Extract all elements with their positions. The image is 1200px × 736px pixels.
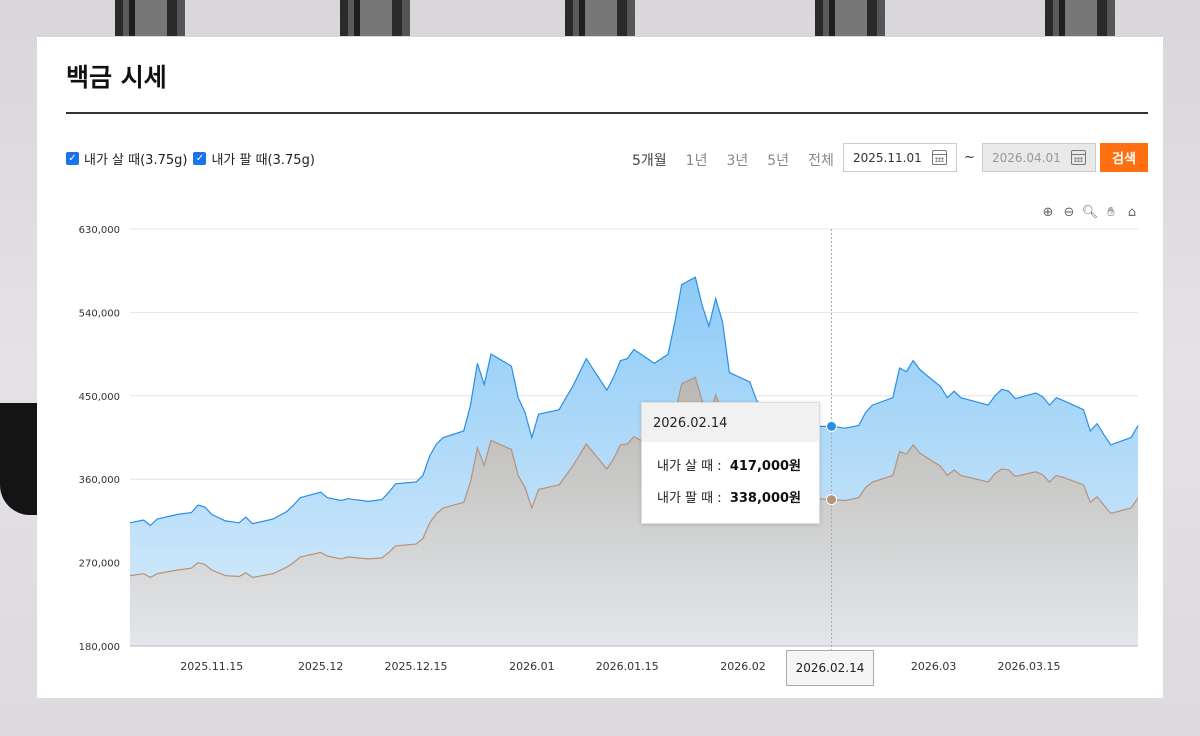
y-axis: 630,000 540,000 450,000 360,000 270,000 180,0… xyxy=(79,225,120,653)
backdrop-object xyxy=(0,403,38,515)
binding-ring xyxy=(815,0,885,36)
x-axis: 2025.11.15 2025.12 2025.12.15 2026.01 2026.0… xyxy=(130,645,1138,673)
x-tick-label: 2026.03 xyxy=(911,660,957,673)
sell-marker xyxy=(826,494,838,506)
y-tick-label: 630,000 xyxy=(79,225,120,236)
tooltip-row-sell: 내가 팔 때 : 338,000원 xyxy=(642,487,819,506)
y-tick-label: 270,000 xyxy=(79,559,120,570)
binding-ring xyxy=(115,0,185,36)
x-tick-label: 2025.12.15 xyxy=(385,660,448,673)
binding-ring xyxy=(1045,0,1115,36)
chart-tooltip: 2026.02.14 내가 살 때 : 417,000원 내가 팔 때 : 33… xyxy=(641,402,820,524)
tooltip-label-buy: 내가 살 때 : xyxy=(657,459,722,474)
tooltip-label-sell: 내가 팔 때 : xyxy=(657,491,722,506)
tooltip-value-sell: 338,000원 xyxy=(729,491,801,506)
tooltip-row-buy: 내가 살 때 : 417,000원 xyxy=(642,455,819,474)
y-tick-label: 360,000 xyxy=(79,475,120,486)
y-tick-label: 540,000 xyxy=(79,308,120,319)
price-chart: 630,000 540,000 450,000 360,000 270,000 180,0… xyxy=(79,225,1139,673)
x-tick-label: 2026.02 xyxy=(720,660,766,673)
x-tick-label: 2025.12 xyxy=(298,660,344,673)
series-layer xyxy=(129,276,1139,646)
y-tick-label: 450,000 xyxy=(79,392,120,403)
x-tick-label: 2026.01 xyxy=(509,660,555,673)
binding-ring xyxy=(340,0,410,36)
y-tick-label: 180,000 xyxy=(79,642,120,653)
tooltip-date: 2026.02.14 xyxy=(642,403,819,442)
crosshair-date-label: 2026.02.14 xyxy=(786,650,874,686)
tooltip-value-buy: 417,000원 xyxy=(729,459,801,474)
x-tick-label: 2026.03.15 xyxy=(998,660,1061,673)
binding-ring xyxy=(565,0,635,36)
x-tick-label: 2026.01.15 xyxy=(596,660,659,673)
price-card: 백금 시세 ✓ 내가 살 때(3.75g) ✓ 내가 팔 때(3.75g) 5개… xyxy=(37,37,1163,698)
x-tick-label: 2025.11.15 xyxy=(180,660,243,673)
buy-marker xyxy=(826,420,838,432)
